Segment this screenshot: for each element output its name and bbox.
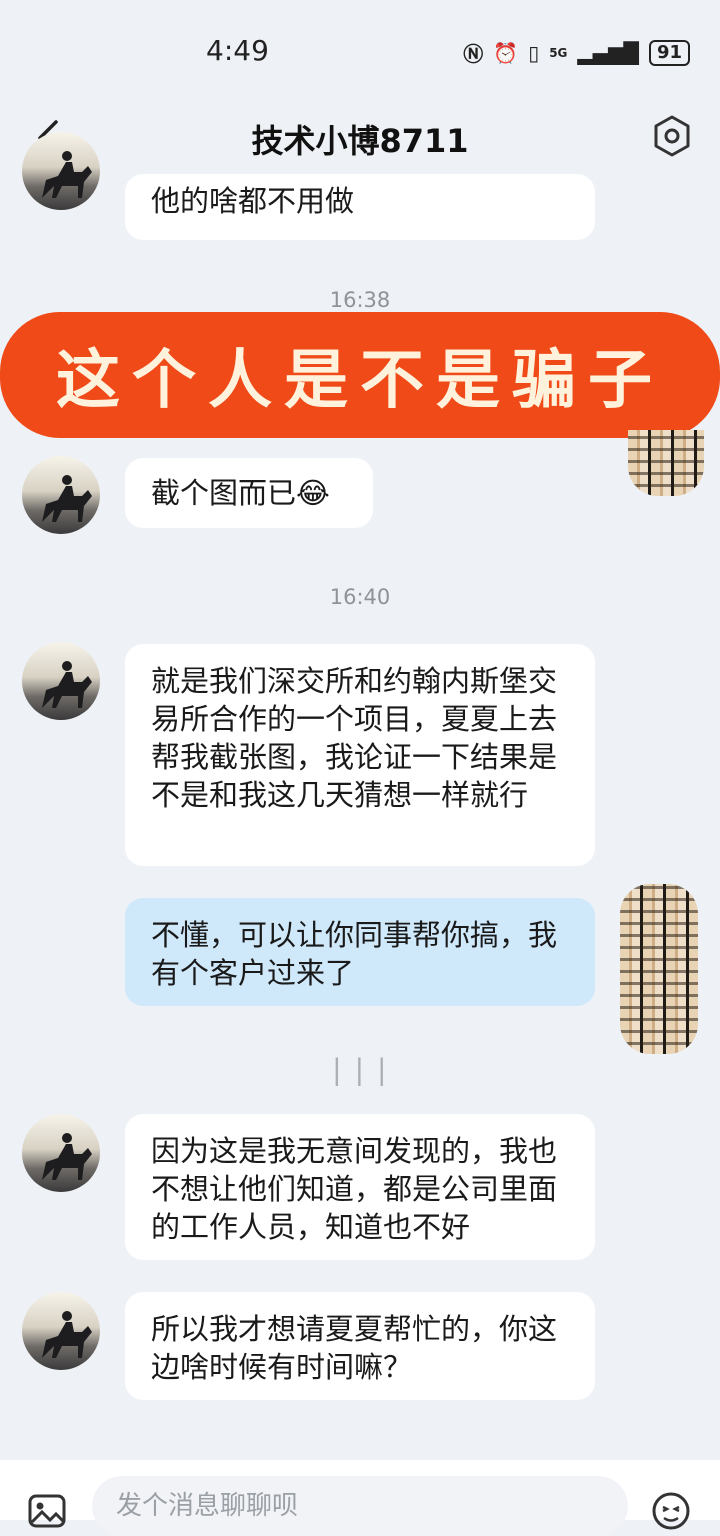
timestamp: 16:38 xyxy=(329,288,391,312)
divider-mark: ▏▏▏ xyxy=(336,1058,404,1086)
battery-indicator: 91 xyxy=(648,39,690,66)
status-time: 4:49 xyxy=(206,34,269,67)
message-bubble[interactable]: 他的啥都不用做 xyxy=(125,174,595,240)
emoji-icon[interactable] xyxy=(650,1490,692,1532)
overlay-banner: 这个人是不是骗子 xyxy=(0,312,720,438)
own-avatar-mosaic xyxy=(620,884,698,1054)
avatar[interactable] xyxy=(22,642,100,720)
message-bubble-outgoing[interactable]: 不懂，可以让你同事帮你搞，我有个客户过来了 xyxy=(125,898,595,1006)
image-picker-icon[interactable] xyxy=(26,1490,68,1532)
timestamp: 16:40 xyxy=(329,585,391,609)
own-avatar-mosaic xyxy=(628,430,704,496)
horse-rider-icon xyxy=(42,1311,92,1358)
horse-rider-icon xyxy=(42,151,92,198)
avatar[interactable] xyxy=(22,1114,100,1192)
vibrate-icon: ▯ xyxy=(528,40,540,65)
signal-icon: ▂▄▆█ xyxy=(577,40,639,65)
message-bubble[interactable]: 就是我们深交所和约翰内斯堡交易所合作的一个项目，夏夏上去帮我截张图，我论证一下结… xyxy=(125,644,595,866)
horse-rider-icon xyxy=(42,1133,92,1180)
message-input[interactable] xyxy=(92,1476,628,1536)
avatar[interactable] xyxy=(22,1292,100,1370)
chat-header: 技术小博8711 xyxy=(0,100,720,180)
banner-text: 这个人是不是骗子 xyxy=(56,343,664,418)
alarm-icon: ⏰ xyxy=(493,40,519,65)
input-bar xyxy=(0,1460,720,1536)
message-bubble[interactable]: 因为这是我无意间发现的，我也不想让他们知道，都是公司里面的工作人员，知道也不好 xyxy=(125,1114,595,1260)
chat-title: 技术小博8711 xyxy=(251,122,469,160)
network-label: 5G xyxy=(549,45,568,60)
nfc-icon: Ⓝ xyxy=(463,42,484,66)
horse-rider-icon xyxy=(42,661,92,708)
horse-rider-icon xyxy=(42,475,92,522)
message-bubble[interactable]: 截个图而已😂 xyxy=(125,458,373,528)
avatar[interactable] xyxy=(22,456,100,534)
status-icons: Ⓝ ⏰ ▯ 5G ▂▄▆█ 91 xyxy=(463,38,690,67)
settings-gear-icon[interactable] xyxy=(650,114,694,158)
status-bar: 4:49 Ⓝ ⏰ ▯ 5G ▂▄▆█ 91 xyxy=(0,0,720,100)
avatar[interactable] xyxy=(22,132,100,210)
message-bubble[interactable]: 所以我才想请夏夏帮忙的，你这边啥时候有时间嘛？ xyxy=(125,1292,595,1400)
